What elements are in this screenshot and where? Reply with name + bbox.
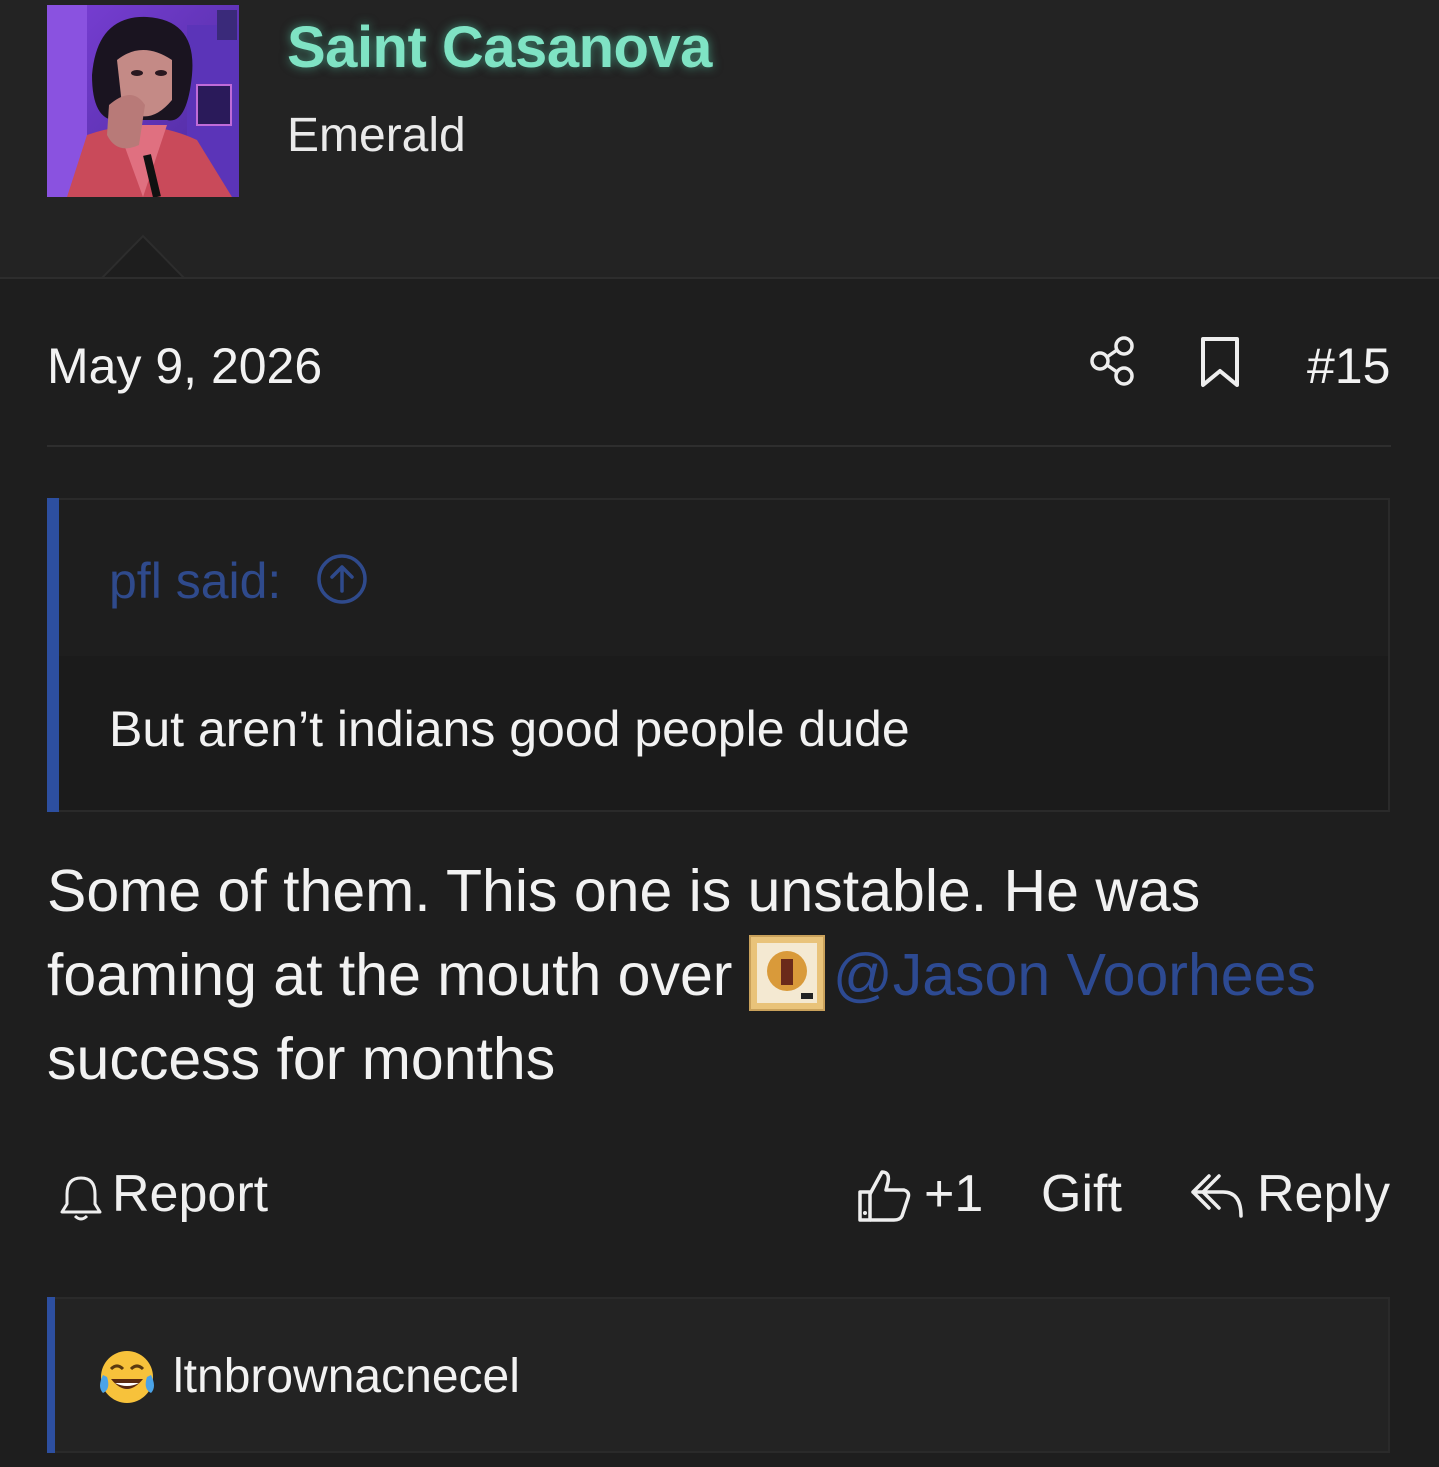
like-count: +1	[924, 1165, 984, 1223]
report-label: Report	[112, 1165, 269, 1223]
quote-accent-bar	[47, 498, 59, 812]
tears-of-joy-emoji	[100, 1351, 154, 1403]
post-body: May 9, 2026 #15 pfl said: But aren’t ind…	[0, 277, 1439, 1467]
arrow-up-circle-icon[interactable]	[315, 552, 369, 606]
reactions-accent-bar	[47, 1297, 55, 1453]
reaction-user-link[interactable]: ltnbrownacnecel	[173, 1349, 520, 1404]
avatar-image	[47, 5, 239, 197]
post-author-header: Saint Casanova Emerald	[0, 0, 1439, 280]
user-avatar[interactable]	[47, 5, 239, 197]
header-divider	[47, 445, 1391, 447]
reactions-bar[interactable]: ltnbrownacnecel	[47, 1297, 1390, 1453]
quoted-message: pfl said: But aren’t indians good people…	[47, 498, 1390, 812]
album-cover-emoji-icon	[748, 935, 825, 1011]
reply-arrow-icon	[1191, 1174, 1243, 1218]
bookmark-icon[interactable]	[1197, 335, 1243, 389]
bell-icon	[60, 1176, 102, 1221]
post-arrow-notch	[100, 234, 186, 280]
quote-author-link[interactable]: pfl said:	[109, 552, 281, 610]
quote-text: But aren’t indians good people dude	[109, 701, 910, 757]
share-icon[interactable]	[1088, 335, 1138, 387]
gift-button[interactable]: Gift	[1041, 1164, 1122, 1224]
post-message: Some of them. This one is unstable. He w…	[47, 849, 1397, 1101]
gift-label: Gift	[1041, 1165, 1122, 1223]
post-date[interactable]: May 9, 2026	[47, 337, 322, 395]
reply-label: Reply	[1257, 1165, 1390, 1223]
post-number-link[interactable]: #15	[1307, 337, 1390, 395]
message-text-continued: success for months	[47, 1026, 556, 1092]
user-mention-link[interactable]: @Jason Voorhees	[833, 942, 1316, 1008]
quote-header: pfl said:	[59, 500, 1388, 656]
author-user-title: Emerald	[287, 109, 466, 162]
author-username[interactable]: Saint Casanova	[287, 14, 712, 81]
thumbs-up-icon	[858, 1170, 911, 1222]
